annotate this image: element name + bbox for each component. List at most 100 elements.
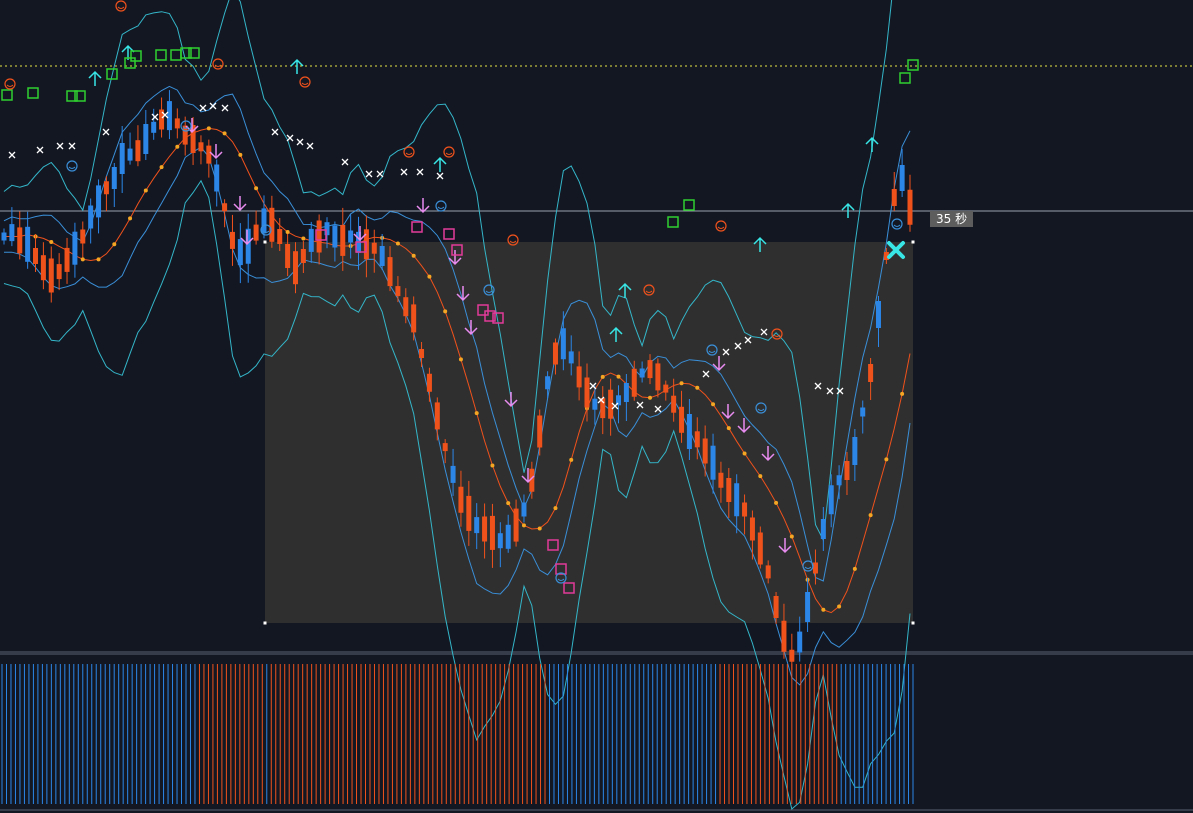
- candle-body: [56, 264, 62, 280]
- candle-body: [537, 415, 543, 448]
- candle-body: [229, 231, 235, 249]
- candle-body: [237, 239, 243, 266]
- sell-arrow-icon: [233, 196, 247, 212]
- green-signal-box: [683, 199, 695, 211]
- candle-body: [214, 164, 220, 192]
- moving-average-dot: [742, 451, 747, 456]
- candle-body: [17, 227, 23, 254]
- smiley-mouth: [893, 224, 901, 227]
- price-chart[interactable]: [0, 0, 1193, 813]
- candle-body: [379, 246, 385, 266]
- moving-average-dot: [159, 165, 164, 170]
- candle-body: [395, 286, 401, 297]
- sell-arrow-icon: [185, 118, 199, 134]
- candle-body: [269, 207, 275, 242]
- cross-marker-icon: [271, 128, 279, 136]
- candle-body: [340, 224, 346, 256]
- candle-body: [198, 142, 204, 152]
- moving-average-dot: [711, 402, 716, 407]
- candle-body: [411, 304, 417, 333]
- moving-average-dot: [600, 374, 605, 379]
- candle-body: [316, 220, 322, 253]
- candle-body: [505, 524, 511, 549]
- candle-body: [419, 349, 425, 358]
- candle-body: [206, 145, 212, 164]
- candle-body: [875, 301, 881, 328]
- candle-body: [371, 242, 377, 254]
- candle-body: [671, 395, 677, 413]
- smiley-icon: [4, 78, 16, 90]
- candle-body: [765, 565, 771, 579]
- moving-average-dot: [553, 506, 558, 511]
- candle-body: [560, 328, 566, 360]
- candle-body: [686, 414, 692, 449]
- smiley-mouth: [509, 240, 517, 243]
- moving-average-dot: [80, 257, 85, 262]
- cross-marker-icon: [68, 142, 76, 150]
- moving-average-dot: [49, 239, 54, 244]
- candle-body: [545, 376, 551, 390]
- smiley-mouth: [117, 6, 125, 9]
- candle-body: [742, 502, 748, 517]
- smiley-icon: [115, 0, 127, 12]
- candle-body: [308, 228, 314, 252]
- buy-arrow-icon: [88, 70, 102, 86]
- moving-average-dot: [868, 513, 873, 518]
- cross-marker-icon: [341, 158, 349, 166]
- smiley-mouth: [214, 64, 222, 67]
- candle-body: [891, 189, 897, 206]
- smiley-icon: [212, 58, 224, 70]
- candle-body: [726, 478, 732, 502]
- candle-body: [151, 121, 157, 133]
- candle-body: [805, 592, 811, 622]
- cross-marker-icon: [296, 138, 304, 146]
- green-signal-box: [907, 59, 919, 71]
- candle-body: [285, 244, 291, 268]
- candle-body: [836, 475, 842, 486]
- candle-body: [552, 342, 558, 365]
- candle-body: [96, 185, 102, 218]
- candle-body: [474, 517, 480, 534]
- moving-average-dot: [96, 257, 101, 262]
- candle-body: [789, 649, 795, 662]
- cross-marker-icon: [199, 104, 207, 112]
- candle-body: [868, 364, 874, 382]
- moving-average-dot: [884, 457, 889, 462]
- moving-average-dot: [758, 474, 763, 479]
- moving-average-dot: [900, 391, 905, 396]
- smiley-mouth: [405, 152, 413, 155]
- selection-handle: [263, 240, 267, 244]
- candle-body: [663, 384, 669, 393]
- candle-body: [111, 167, 117, 189]
- candle-body: [844, 461, 850, 480]
- candle-body: [222, 203, 228, 212]
- candle-body: [812, 562, 818, 574]
- smiley-mouth: [717, 226, 725, 229]
- candle-body: [300, 249, 306, 263]
- chart-window: 35 秒: [0, 0, 1193, 813]
- candle-body: [749, 517, 755, 541]
- cross-marker-icon: [365, 170, 373, 178]
- green-signal-box: [155, 49, 167, 61]
- cross-marker-icon: [306, 142, 314, 150]
- candle-body: [261, 208, 267, 234]
- candle-body: [33, 248, 39, 264]
- smiley-icon: [66, 160, 78, 172]
- buy-arrow-icon: [865, 136, 879, 152]
- candle-body: [25, 226, 31, 262]
- candle-body: [513, 508, 519, 542]
- candle-body: [781, 620, 787, 652]
- candle-body: [466, 495, 472, 531]
- moving-average-dot: [569, 457, 574, 462]
- smiley-icon: [435, 200, 447, 212]
- candle-body: [639, 368, 645, 378]
- moving-average-dot: [616, 374, 621, 379]
- cross-marker-icon: [8, 151, 16, 159]
- candle-body: [489, 515, 495, 550]
- moving-average-dot: [427, 274, 432, 279]
- green-signal-box: [27, 87, 39, 99]
- candle-body: [72, 231, 78, 265]
- moving-average-dot: [821, 607, 826, 612]
- moving-average-dot: [852, 566, 857, 571]
- smiley-icon: [715, 220, 727, 232]
